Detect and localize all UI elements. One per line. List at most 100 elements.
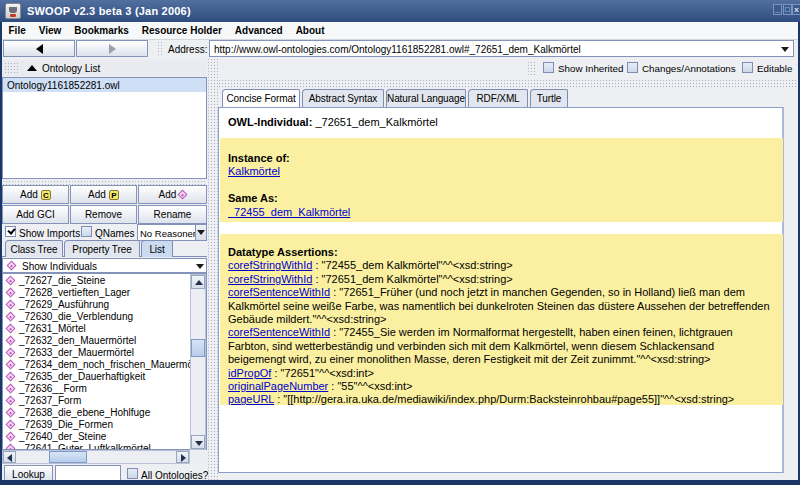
individual-label: _72628_vertieften_Lager [19, 287, 130, 298]
individuals-hscrollbar[interactable] [2, 450, 190, 464]
menu-file[interactable]: File [2, 22, 32, 39]
add-gci-button[interactable]: Add GCI [2, 205, 69, 224]
same-as-link[interactable]: _72455_dem_Kalkmörtel [228, 206, 350, 218]
changes-annotations-label: Changes/Annotations [642, 63, 736, 74]
individual-item[interactable]: _72633_der_Mauermörtel [3, 347, 206, 359]
individual-item[interactable]: _72628_vertieften_Lager [3, 287, 206, 299]
assertion-property-link[interactable]: corefSentenceWithId [228, 326, 330, 338]
datatype-assertion: pageURL : "[[http://gera.ira.uka.de/medi… [228, 393, 773, 406]
individual-label: _72639_Die_Formen [19, 419, 113, 430]
detail-splitter[interactable] [218, 79, 798, 88]
tab-property-tree[interactable]: Property Tree [64, 240, 140, 257]
address-field[interactable]: http://www.owl-ontologies.com/Ontology11… [209, 40, 794, 57]
main-splitter[interactable] [207, 58, 218, 480]
show-imports-checkbox[interactable] [5, 226, 16, 237]
individuals-vscrollbar[interactable] [190, 274, 206, 450]
rename-button[interactable]: Rename [138, 205, 207, 224]
panel-handle[interactable] [4, 62, 18, 74]
menu-bookmarks[interactable]: Bookmarks [68, 22, 135, 39]
editable-checkbox[interactable] [742, 62, 753, 73]
assertion-property-link[interactable]: idPropOf [228, 367, 271, 379]
scroll-thumb[interactable] [191, 339, 205, 357]
datatype-assertion: corefSentenceWithId : "72651_Früher (und… [228, 286, 773, 326]
assertion-value: : "72651_dem Kalkmörtel"^^<xsd:string> [312, 273, 512, 285]
instance-of-link[interactable]: Kalkmörtel [228, 165, 280, 177]
individual-item[interactable]: _72641_Guter_Luftkalkmörtel [3, 443, 206, 450]
assertion-property-link[interactable]: corefStringWithId [228, 273, 312, 285]
individual-item[interactable]: _72631_Mörtel [3, 323, 206, 335]
tab-list[interactable]: List [141, 240, 173, 257]
individual-icon [6, 312, 16, 322]
ontology-list-item[interactable]: Ontology1161852281.owl [3, 78, 206, 92]
menu-resource-holder[interactable]: Resource Holder [135, 22, 228, 39]
back-button[interactable] [3, 40, 75, 57]
assertion-property-link[interactable]: corefSentenceWithId [228, 286, 330, 298]
add-class-button[interactable]: AddC [2, 185, 69, 204]
individual-label: _72629_Ausführung [19, 299, 109, 310]
individual-item[interactable]: _72627_die_Steine [3, 275, 206, 287]
menu-view[interactable]: View [32, 22, 68, 39]
tab-turtle[interactable]: Turtle [530, 89, 568, 107]
individuals-filter-select[interactable]: Show Individuals [2, 258, 207, 273]
qnames-checkbox[interactable] [81, 226, 92, 237]
forward-button[interactable] [76, 40, 148, 57]
forward-icon [109, 44, 116, 54]
scroll-left-button[interactable] [3, 451, 16, 463]
add-property-button[interactable]: AddP [70, 185, 137, 204]
individuals-list[interactable]: _72627_die_Steine_72628_vertieften_Lager… [2, 273, 207, 450]
assertion-value: : "[[http://gera.ira.uka.de/mediawiki/in… [274, 393, 734, 405]
tab-class-tree[interactable]: Class Tree [5, 240, 63, 257]
scroll-up-button[interactable] [191, 275, 205, 289]
reasoner-value: No Reasoner [140, 228, 196, 239]
assertion-property-link[interactable]: originalPageNumber [228, 380, 328, 392]
individual-icon [6, 288, 16, 298]
individual-item[interactable]: _72630_die_Verblendung [3, 311, 206, 323]
changes-annotations-checkbox[interactable] [627, 62, 638, 73]
tab-rdf-xml[interactable]: RDF/XML [468, 89, 528, 107]
same-as-label: Same As: [228, 192, 773, 205]
individual-label: _72631_Mörtel [19, 323, 86, 334]
collapse-icon[interactable] [27, 65, 37, 71]
individual-item[interactable]: _72639_Die_Formen [3, 419, 206, 431]
assertion-property-link[interactable]: corefStringWithId [228, 259, 312, 271]
tab-natural-language[interactable]: Natural Language [386, 89, 466, 107]
individual-item[interactable]: _72640_der_Steine [3, 431, 206, 443]
scroll-down-button[interactable] [191, 435, 205, 449]
ontology-list-header: Ontology List [2, 60, 207, 76]
individual-label: _72640_der_Steine [19, 431, 106, 442]
close-button[interactable]: x [792, 4, 800, 15]
address-dropdown-icon[interactable] [781, 47, 789, 52]
individuals-filter-dropdown-icon[interactable] [195, 259, 206, 272]
datatype-assertion: corefStringWithId : "72455_dem Kalkmörte… [228, 259, 773, 272]
remove-button[interactable]: Remove [70, 205, 137, 224]
detail-content: OWL-Individual: _72651_dem_Kalkmörtel In… [218, 107, 784, 473]
tab-concise-format[interactable]: Concise Format [222, 89, 300, 107]
all-ontologies-checkbox[interactable] [127, 468, 138, 479]
individual-item[interactable]: _72634_dem_noch_frischen_Mauermörtel [3, 359, 206, 371]
scroll-right-button[interactable] [176, 451, 189, 463]
detail-vscrollbar[interactable] [786, 89, 797, 478]
individual-item[interactable]: _72632_den_Mauermörtel [3, 335, 206, 347]
assertion-value: : "55"^^<xsd:int> [328, 380, 412, 392]
reasoner-dropdown-icon[interactable] [195, 225, 206, 240]
assertion-property-link[interactable]: pageURL [228, 393, 274, 405]
scroll-thumb[interactable] [49, 451, 87, 463]
tab-abstract-syntax[interactable]: Abstract Syntax [302, 89, 384, 107]
individual-label: _72637_Form [19, 395, 81, 406]
show-inherited-checkbox[interactable] [543, 62, 554, 73]
toolbar-handle[interactable] [157, 41, 164, 56]
individual-item[interactable]: _72636__Form [3, 383, 206, 395]
individual-item[interactable]: _72638_die_ebene_Hohlfuge [3, 407, 206, 419]
add-individual-button[interactable]: Add [138, 185, 207, 204]
individual-item[interactable]: _72629_Ausführung [3, 299, 206, 311]
minimize-button[interactable]: _ [773, 4, 782, 15]
menu-advanced[interactable]: Advanced [228, 22, 289, 39]
individual-item[interactable]: _72637_Form [3, 395, 206, 407]
options-handle[interactable] [527, 61, 535, 76]
editable-label: Editable [757, 63, 792, 74]
menu-about[interactable]: About [289, 22, 331, 39]
ontology-list[interactable]: Ontology1161852281.owl [2, 77, 207, 179]
reasoner-select[interactable]: No Reasoner [137, 224, 207, 241]
individual-item[interactable]: _72635_der_Dauerhaftigkeit [3, 371, 206, 383]
maximize-button[interactable]: □ [783, 4, 792, 15]
